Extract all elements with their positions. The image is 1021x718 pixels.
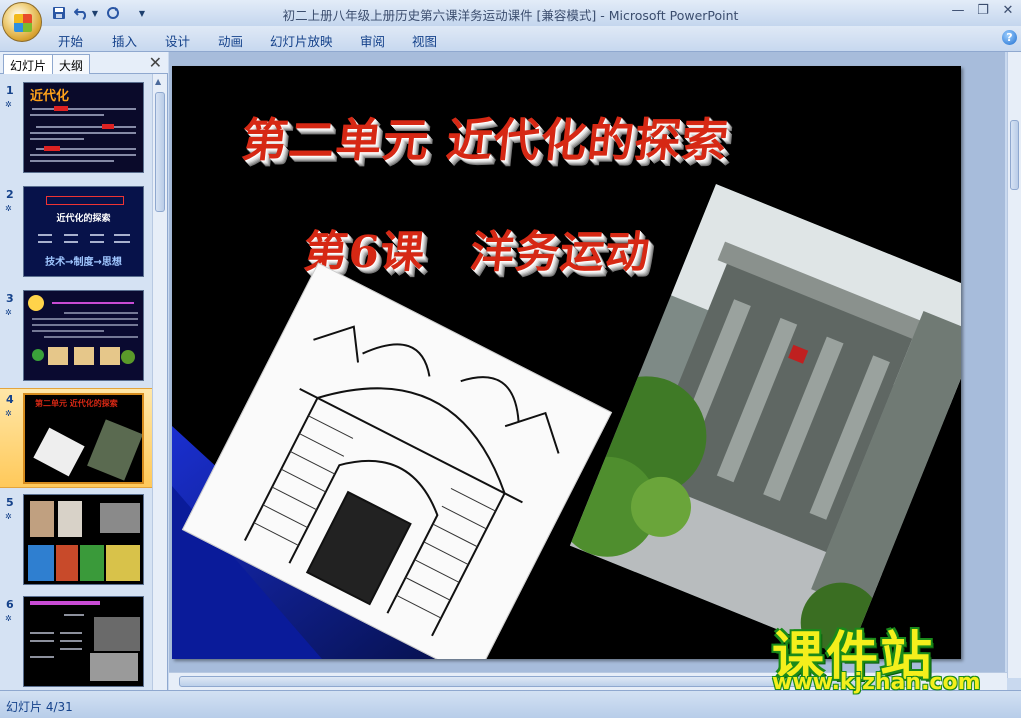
office-button[interactable] [2, 2, 42, 42]
ribbon-tabs: 开始 插入 设计 动画 幻灯片放映 审阅 视图 ? [0, 26, 1021, 52]
tab-view[interactable]: 视图 [412, 31, 437, 50]
slide-title-line1[interactable]: 第二单元 近代化的探索 [239, 104, 733, 170]
thumb-title: 第二单元 近代化的探索 [35, 399, 118, 408]
slide-preview [23, 494, 144, 585]
slide-preview: 近代化 [23, 82, 144, 173]
minimize-button[interactable]: — [946, 2, 970, 20]
tab-review[interactable]: 审阅 [360, 31, 385, 50]
panel-tabs: 幻灯片 大纲 ✕ [0, 52, 168, 74]
thumb-graphics [28, 501, 140, 581]
tab-design[interactable]: 设计 [165, 31, 190, 50]
thumb-graphics [28, 295, 138, 365]
slide-number: 6 [6, 598, 14, 611]
close-icon[interactable]: ✕ [149, 53, 162, 72]
slide-preview: 近代化的探索 技术→制度→思想 [23, 186, 144, 277]
window-title: 初二上册八年级上册历史第六课洋务运动课件 [兼容模式] - Microsoft … [282, 8, 739, 23]
slide-title-line2[interactable]: 第6课 洋务运动 [301, 216, 654, 280]
slide-thumbnail-4[interactable]: 4 ✲ 第二单元 近代化的探索 [0, 388, 152, 488]
slide-number: 3 [6, 292, 14, 305]
tab-slides[interactable]: 幻灯片 [3, 54, 54, 74]
animation-icon: ✲ [5, 614, 12, 623]
animation-icon: ✲ [5, 204, 12, 213]
animation-icon: ✲ [5, 308, 12, 317]
thumb-text-lines [30, 106, 136, 162]
animation-icon: ✲ [5, 512, 12, 521]
thumb-bottom-text: 技术→制度→思想 [45, 257, 122, 268]
animation-icon: ✲ [5, 100, 12, 109]
slide-preview [23, 290, 144, 381]
slide-number: 5 [6, 496, 14, 509]
tab-outline[interactable]: 大纲 [52, 54, 91, 74]
tab-home[interactable]: 开始 [58, 31, 83, 50]
title-bar: ▼ ▼ 初二上册八年级上册历史第六课洋务运动课件 [兼容模式] - Micros… [0, 0, 1021, 42]
thumbnail-scrollbar[interactable]: ▲ [152, 74, 167, 692]
animation-icon: ✲ [5, 409, 12, 418]
scroll-thumb[interactable] [1010, 120, 1019, 190]
close-button[interactable]: ✕ [996, 2, 1020, 20]
help-icon[interactable]: ? [1002, 30, 1017, 45]
office-logo-icon [14, 14, 32, 32]
slide-preview: 第二单元 近代化的探索 [23, 393, 144, 484]
slide-thumbnail-1[interactable]: 1 ✲ 近代化 [0, 80, 152, 176]
slide-thumbnail-5[interactable]: 5 ✲ [0, 492, 152, 588]
scroll-thumb[interactable] [155, 92, 165, 212]
slide-number: 2 [6, 188, 14, 201]
maximize-button[interactable]: ❐ [971, 2, 995, 20]
watermark: 课件站 www.kjzhan.com [768, 614, 1008, 695]
slide-number: 1 [6, 84, 14, 97]
slides-panel: 幻灯片 大纲 ✕ 1 ✲ 近代化 2 ✲ 近代化的探索 技术→制度→思想 3 ✲… [0, 52, 168, 692]
tab-insert[interactable]: 插入 [112, 31, 137, 50]
thumb-graphics [30, 601, 140, 681]
slide-preview [23, 596, 144, 687]
slide-number: 4 [6, 393, 14, 406]
thumbnail-list: 1 ✲ 近代化 2 ✲ 近代化的探索 技术→制度→思想 3 ✲ 4 ✲ 第二单元… [0, 74, 152, 692]
slide-editor: 第二单元 近代化的探索 第6课 洋务运动 [169, 52, 1005, 678]
slide-thumbnail-6[interactable]: 6 ✲ [0, 594, 152, 690]
tab-slide-show[interactable]: 幻灯片放映 [270, 31, 333, 50]
slide-canvas[interactable]: 第二单元 近代化的探索 第6课 洋务运动 [172, 66, 961, 659]
slide-thumbnail-3[interactable]: 3 ✲ [0, 288, 152, 384]
slide-indicator: 幻灯片 4/31 [6, 700, 73, 714]
tab-animations[interactable]: 动画 [218, 31, 243, 50]
slide-thumbnail-2[interactable]: 2 ✲ 近代化的探索 技术→制度→思想 [0, 184, 152, 280]
watermark-url: www.kjzhan.com [772, 670, 981, 695]
slide-scrollbar-vertical[interactable] [1007, 52, 1021, 678]
scroll-up-icon[interactable]: ▲ [155, 77, 161, 86]
